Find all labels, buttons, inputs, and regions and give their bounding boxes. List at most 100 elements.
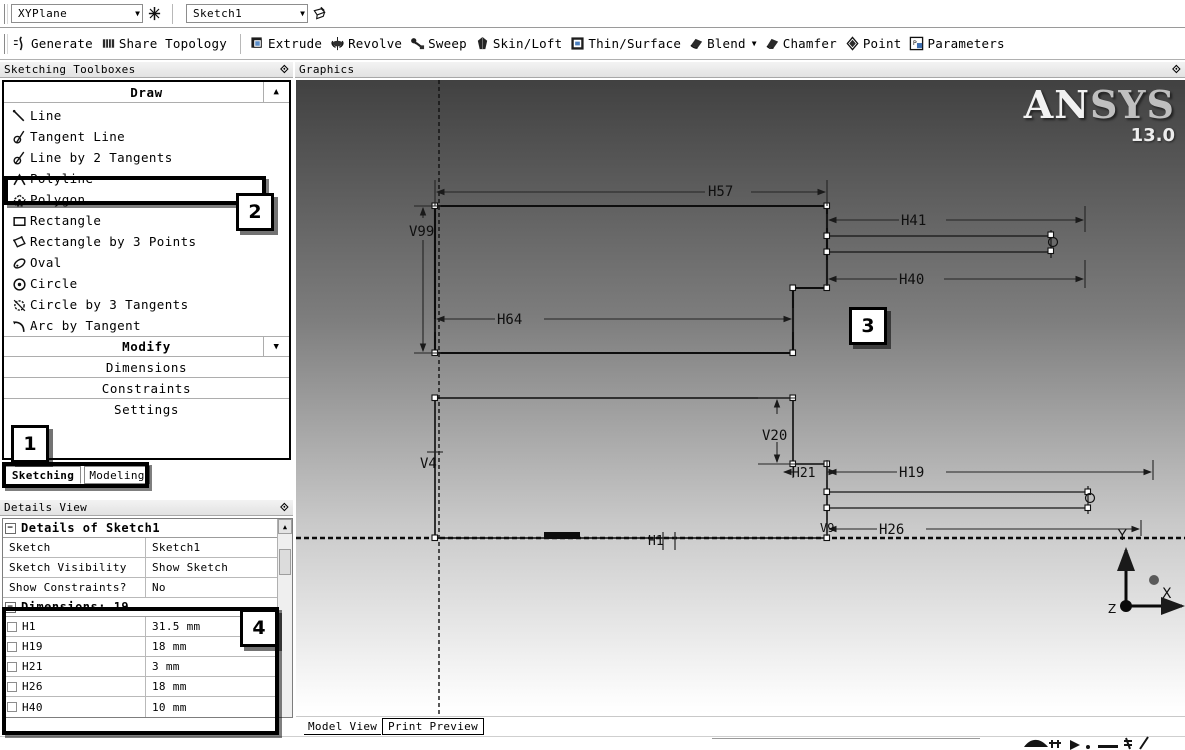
graphics-viewport[interactable]: ANSYS 13.0 H57 H41 H40 H64 V99 V20 H21 H… (296, 80, 1185, 714)
toolbar-grip[interactable] (4, 3, 8, 24)
scroll-up-button[interactable]: ▲ (278, 519, 292, 534)
dimension-checkbox[interactable] (7, 621, 17, 632)
chevron-up-icon[interactable]: ▲ (263, 82, 289, 102)
chamfer-button[interactable]: Chamfer (763, 32, 843, 56)
tool-line[interactable]: Line (4, 105, 289, 126)
table-row[interactable]: H40 10 mm (3, 697, 277, 717)
draw-group-header[interactable]: Draw ▲ (4, 82, 289, 103)
dimensions-group-label: Dimensions (105, 359, 188, 375)
modify-group-header[interactable]: Modify ▼ (4, 336, 289, 357)
extrude-button[interactable]: Extrude (248, 32, 328, 56)
row-key: H19 (3, 637, 146, 656)
pin-icon[interactable]: ⟐ (280, 501, 289, 515)
thin-surface-button[interactable]: Thin/Surface (568, 32, 687, 56)
tab-model-view-label: Model View (308, 720, 378, 733)
sketch-canvas[interactable]: H57 H41 H40 H64 V99 V20 H21 H19 H26 V4 V… (296, 80, 1185, 714)
table-row[interactable]: Sketch Sketch1 (3, 538, 277, 558)
table-row[interactable]: H26 18 mm (3, 677, 277, 697)
collapse-icon[interactable]: − (5, 601, 16, 613)
taskbar-tray-icons[interactable] (1022, 734, 1185, 750)
dimension-label-H41: H41 (901, 213, 926, 229)
callout-2-label: 2 (248, 201, 262, 223)
row-key: Show Constraints? (3, 578, 146, 597)
tab-model-view[interactable]: Model View (304, 719, 382, 735)
axis-label-z: Z (1108, 602, 1116, 616)
plane-selector[interactable]: XYPlane ▼ (11, 4, 143, 23)
settings-group-header[interactable]: Settings (4, 399, 289, 420)
dimension-checkbox[interactable] (7, 681, 17, 692)
plane-selector-value: XYPlane (18, 7, 68, 20)
chevron-down-icon[interactable]: ▼ (263, 337, 289, 356)
details-scrollbar[interactable]: ▲ (277, 519, 292, 717)
generate-button[interactable]: Generate (11, 32, 99, 56)
toolbar-divider (172, 3, 173, 24)
sketching-toolboxes-label: Sketching Toolboxes (4, 63, 136, 76)
pin-icon[interactable]: ⟐ (280, 63, 289, 77)
sweep-button[interactable]: Sweep (408, 32, 473, 56)
dimension-label-H1: H1 (648, 534, 664, 549)
skin-loft-icon (475, 36, 490, 51)
revolve-button[interactable]: Revolve (328, 32, 408, 56)
row-value[interactable]: Show Sketch (146, 558, 277, 577)
generate-label: Generate (31, 36, 93, 51)
new-sketch-icon[interactable] (308, 3, 330, 25)
chevron-down-icon[interactable]: ▼ (752, 39, 757, 48)
modify-group-label: Modify (122, 339, 171, 354)
dimension-value[interactable]: 3 mm (146, 657, 277, 676)
tool-rectangle-by-3-points[interactable]: Rectangle by 3 Points (4, 231, 289, 252)
extrude-icon (250, 36, 265, 51)
collapse-icon[interactable]: − (5, 522, 16, 534)
row-value[interactable]: Sketch1 (146, 538, 277, 557)
dimension-checkbox[interactable] (7, 661, 17, 672)
dimension-checkbox[interactable] (7, 702, 17, 712)
tool-line-by-2-tangents[interactable]: Line by 2 Tangents (4, 147, 289, 168)
rectangle-by-3-points-icon (12, 235, 26, 249)
polyline-icon (12, 172, 26, 186)
share-topology-button[interactable]: Share Topology (99, 32, 233, 56)
new-plane-icon[interactable] (143, 3, 165, 25)
chevron-down-icon[interactable]: ▼ (121, 9, 140, 18)
tool-polyline[interactable]: Polyline (4, 168, 289, 189)
tool-tangent-line[interactable]: Tangent Line (4, 126, 289, 147)
tab-modeling[interactable]: Modeling (84, 466, 150, 484)
tool-circle-label: Circle (30, 276, 78, 291)
scrollbar-thumb[interactable] (279, 549, 291, 575)
dimension-value[interactable]: 18 mm (146, 677, 277, 696)
sketching-toolboxes-panel: Draw ▲ Line Tangent Line Line by 2 Tange… (2, 80, 291, 460)
tool-oval[interactable]: Oval (4, 252, 289, 273)
toolbar-grip[interactable] (4, 33, 8, 54)
point-button[interactable]: Point (843, 32, 908, 56)
tool-oval-label: Oval (30, 255, 62, 270)
dimension-value[interactable]: 10 mm (146, 697, 277, 717)
tab-print-preview-label: Print Preview (388, 720, 478, 733)
tab-print-preview[interactable]: Print Preview (382, 718, 484, 735)
tool-circle-by-3-tangents[interactable]: Circle by 3 Tangents (4, 294, 289, 315)
callout-1-label: 1 (23, 433, 37, 455)
lower-detail-lines (827, 486, 1089, 514)
thin-surface-icon (570, 36, 585, 51)
table-row[interactable]: H21 3 mm (3, 657, 277, 677)
table-row[interactable]: Sketch Visibility Show Sketch (3, 558, 277, 578)
details-of-sketch-header[interactable]: − Details of Sketch1 (3, 519, 277, 538)
dimensions-section-header[interactable]: − Dimensions: 19 (3, 598, 277, 617)
sketch-selector[interactable]: Sketch1 ▼ (186, 4, 308, 23)
table-row[interactable]: H19 18 mm (3, 637, 277, 657)
tab-sketching[interactable]: Sketching (5, 466, 81, 484)
skin-loft-button[interactable]: Skin/Loft (473, 32, 569, 56)
parameters-button[interactable]: P Parameters (907, 32, 1010, 56)
table-row[interactable]: H1 31.5 mm (3, 617, 277, 637)
dimension-name: H40 (22, 700, 43, 714)
tool-arc-by-tangent[interactable]: Arc by Tangent (4, 315, 289, 336)
row-value[interactable]: No (146, 578, 277, 597)
dimension-checkbox[interactable] (7, 641, 17, 652)
blend-button[interactable]: Blend ▼ (687, 32, 763, 56)
chevron-down-icon[interactable]: ▼ (286, 9, 305, 18)
dimension-label-V9: V9 (820, 521, 834, 535)
callout-3: 3 (849, 307, 887, 345)
constraints-group-header[interactable]: Constraints (4, 378, 289, 399)
dimension-name: H21 (22, 660, 43, 673)
pin-icon[interactable]: ⟐ (1172, 63, 1181, 77)
table-row[interactable]: Show Constraints? No (3, 578, 277, 598)
dimensions-group-header[interactable]: Dimensions (4, 357, 289, 378)
tool-circle[interactable]: Circle (4, 273, 289, 294)
